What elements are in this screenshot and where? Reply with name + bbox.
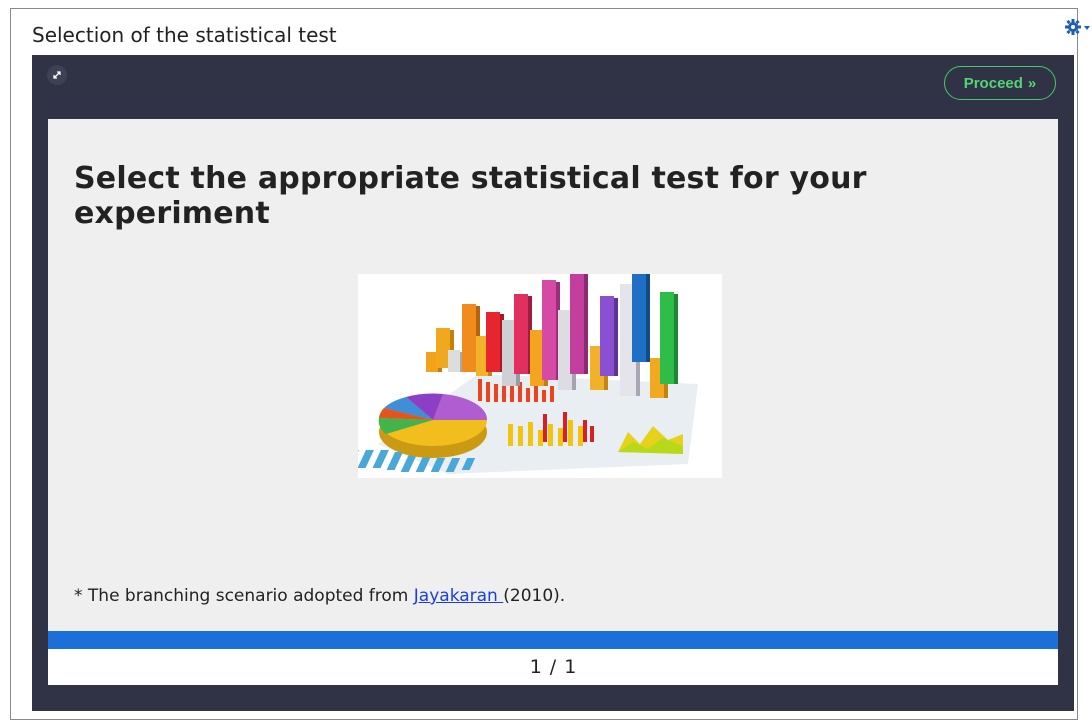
page: Selection of the statistical test Procee… [0,0,1092,721]
pager-separator: / [549,656,557,678]
proceed-label: Proceed [963,74,1023,92]
gear-icon[interactable] [1064,16,1090,38]
slide: Select the appropriate statistical test … [48,119,1058,631]
jayakaran-link[interactable]: Jayakaran [414,586,503,606]
pager-current: 1 [529,656,542,678]
statistics-illustration [358,274,722,478]
branching-scenario-player: Proceed » Select the appropriate statist… [32,55,1074,711]
pager-total: 1 [564,656,577,678]
proceed-button[interactable]: Proceed » [944,66,1056,100]
card-title: Selection of the statistical test [32,23,337,47]
slide-heading: Select the appropriate statistical test … [74,161,867,231]
footnote: * The branching scenario adopted from Ja… [74,586,565,606]
progress-bar [48,631,1058,649]
double-chevron-right-icon: » [1027,74,1037,92]
slide-pager: 1 / 1 [48,649,1058,685]
footnote-suffix: (2010). [503,586,566,606]
expand-icon[interactable] [47,65,67,85]
footnote-prefix: * The branching scenario adopted from [74,586,414,606]
